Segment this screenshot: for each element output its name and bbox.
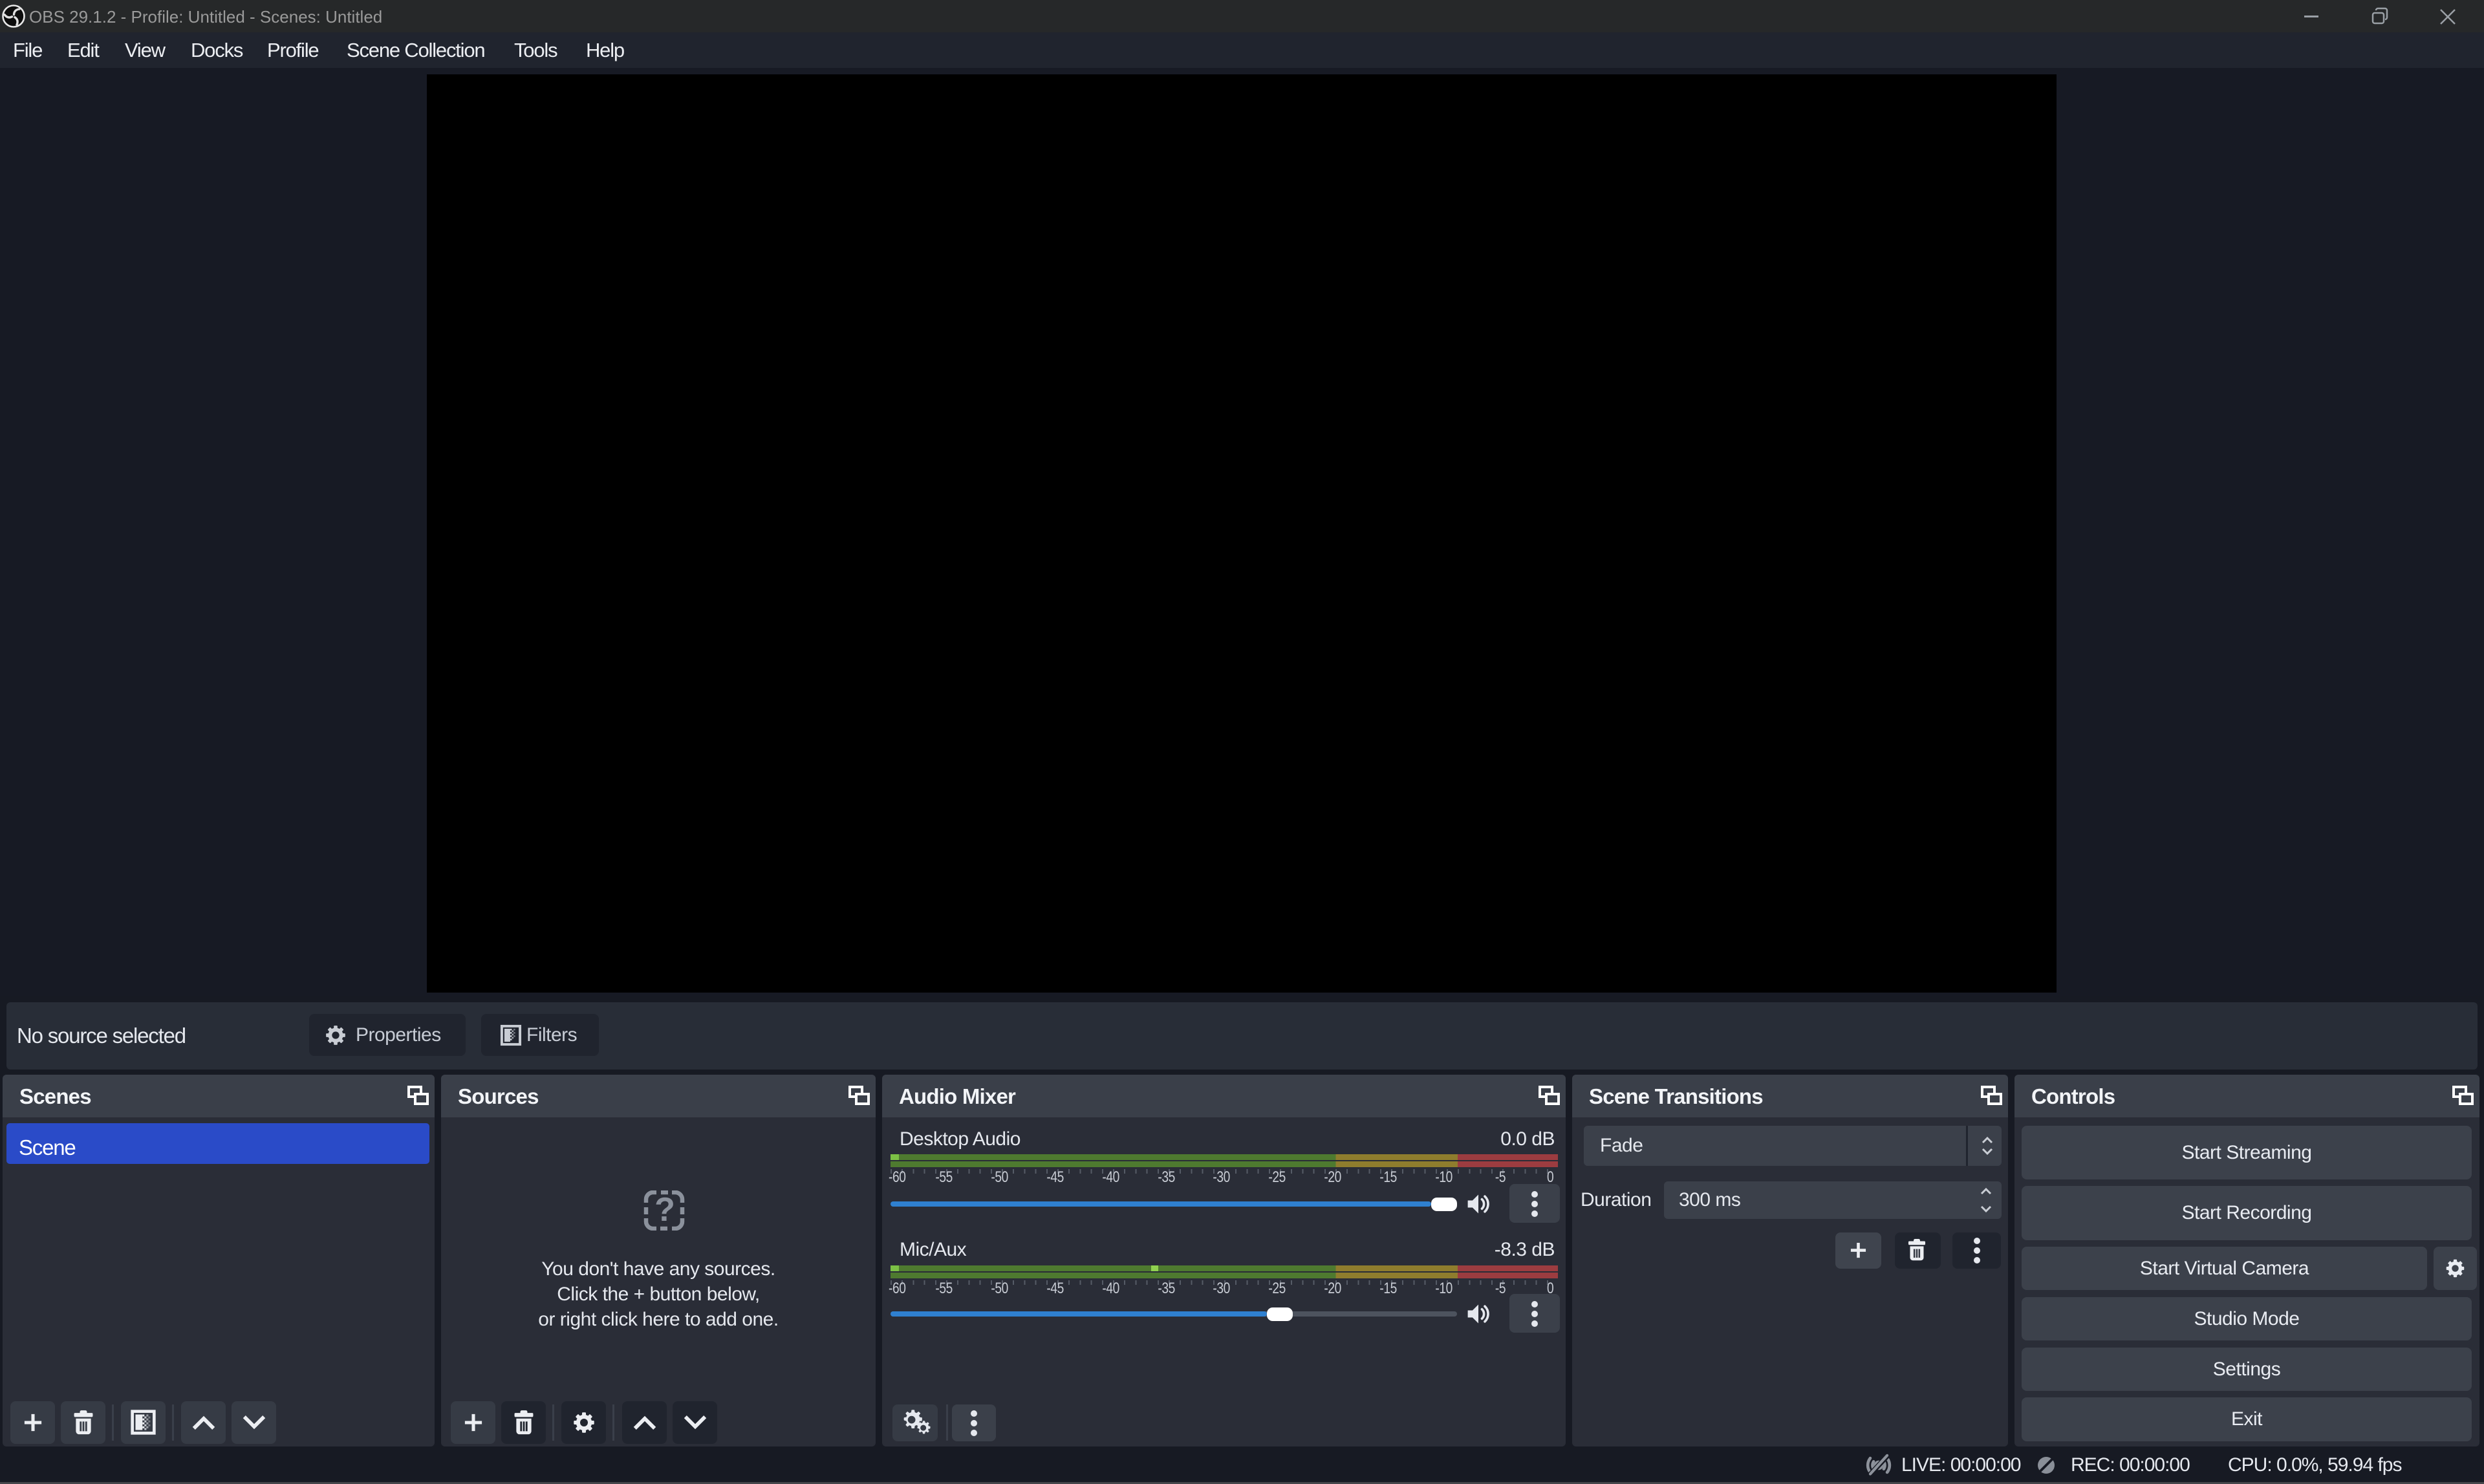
svg-text:?: ? [654, 1191, 675, 1229]
